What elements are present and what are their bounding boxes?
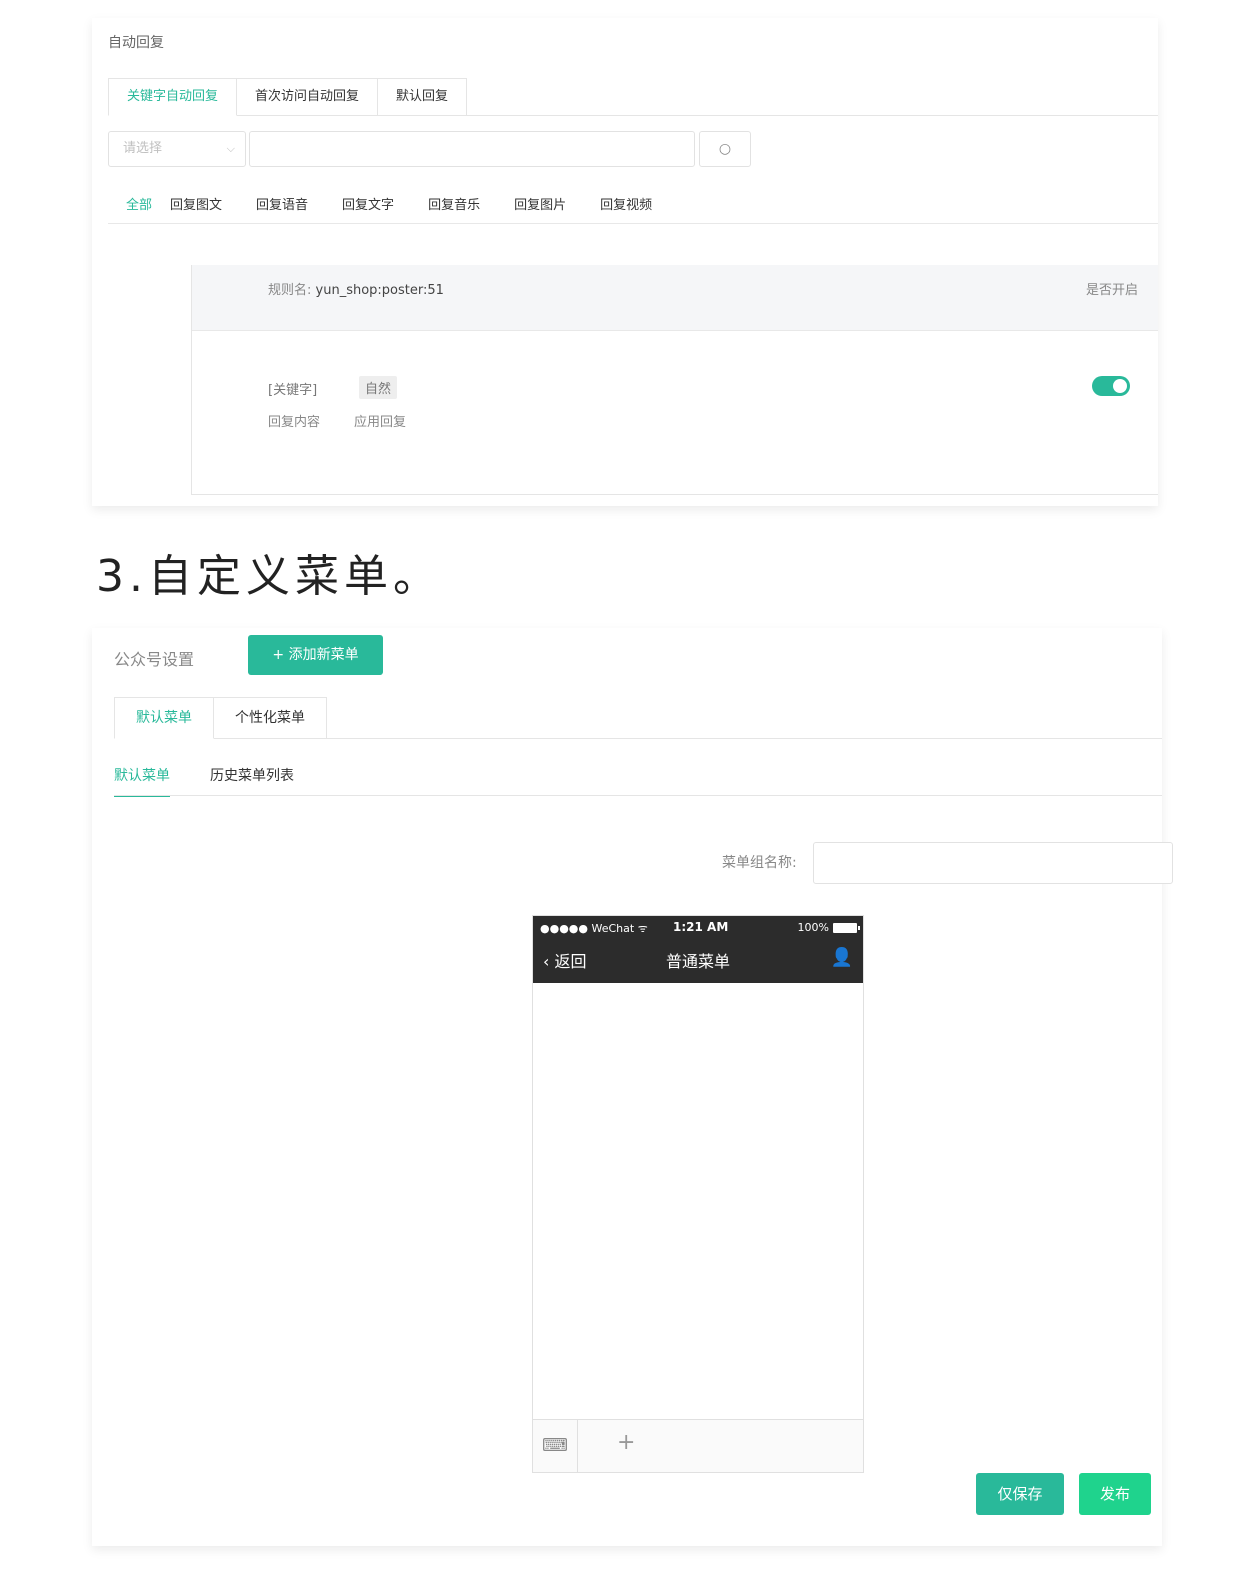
tab-keyword-reply[interactable]: 关键字自动回复 [108,78,238,116]
keyboard-icon[interactable]: ⌨ [533,1420,578,1472]
subtabs-divider [114,795,1162,796]
chevron-down-icon: ⌵ [226,142,235,155]
menu-tabs: 默认菜单 个性化菜单 [114,697,327,739]
keyword-label: [关键字] [268,383,318,398]
rule-name: 规则名: yun_shop:poster:51 [268,279,444,298]
reply-filters: 全部 回复图文 回复语音 回复文字 回复音乐 回复图片 回复视频 [126,194,686,213]
subtab-history-menus[interactable]: 历史菜单列表 [210,765,294,797]
status-time: 1:21 AM [673,920,729,934]
rule-enabled-label: 是否开启 [1085,283,1138,298]
search-button[interactable]: ○ [699,131,751,167]
custom-menu-panel: 公众号设置 + 添加新菜单 默认菜单 个性化菜单 默认菜单 历史菜单列表 菜单组… [92,628,1173,1546]
reply-content-label: 回复内容 [268,415,321,430]
publish-button[interactable]: 发布 [1079,1473,1151,1515]
add-menu-item-icon[interactable]: + [617,1430,635,1455]
auto-reply-title: 自动回复 [108,35,164,51]
keyword-tag: 自然 [359,376,398,399]
panel-title: 公众号设置 [114,650,195,669]
filter-music[interactable]: 回复音乐 [428,194,480,213]
rule-name-label: 规则名: [268,283,312,298]
filter-voice[interactable]: 回复语音 [256,194,308,213]
filter-image[interactable]: 回复图片 [514,194,566,213]
status-carrier: ●●●●● WeChat ᯤ [540,922,648,935]
reply-content-value: 应用回复 [354,415,407,430]
phone-preview: ●●●●● WeChat ᯤ 1:21 AM 100% ‹ 返回 普通菜单 👤 … [532,915,864,1473]
filter-video[interactable]: 回复视频 [600,194,652,213]
rule-card: 规则名: yun_shop:poster:51 是否开启 [关键字] 自然 回复… [191,265,1158,495]
user-icon[interactable]: 👤 [831,947,853,968]
filters-divider [108,223,1158,224]
filter-news[interactable]: 回复图文 [170,194,222,213]
tab-first-visit-reply[interactable]: 首次访问自动回复 [237,78,379,116]
add-menu-button[interactable]: + 添加新菜单 [248,635,383,675]
phone-menu-bar: ⌨ + [533,1419,863,1472]
phone-nav-title: 普通菜单 [665,952,730,971]
status-battery-text: 100% [797,921,829,934]
rule-header: 规则名: yun_shop:poster:51 是否开启 [192,265,1158,331]
phone-header: ●●●●● WeChat ᯤ 1:21 AM 100% ‹ 返回 普通菜单 👤 [533,916,863,983]
section-heading: 3.自定义菜单。 [96,551,442,602]
search-icon: ○ [718,141,732,157]
rule-enabled-toggle[interactable] [1092,376,1130,396]
menu-group-name-label: 菜单组名称: [722,855,797,871]
filter-text[interactable]: 回复文字 [342,194,394,213]
battery-icon [833,923,860,933]
select-placeholder: 请选择 [123,141,163,156]
rule-name-value: yun_shop:poster:51 [315,283,444,298]
keyword-search-input[interactable] [249,131,695,167]
reply-type-select[interactable]: 请选择 ⌵ [108,131,246,167]
menu-group-name-input[interactable] [813,842,1173,884]
save-only-button[interactable]: 仅保存 [976,1473,1064,1515]
tab-personalized-menu[interactable]: 个性化菜单 [214,697,327,739]
menu-subtabs: 默认菜单 历史菜单列表 [114,765,334,797]
filter-all[interactable]: 全部 [126,194,152,213]
auto-reply-panel: 自动回复 关键字自动回复 首次访问自动回复 默认回复 请选择 ⌵ ○ 全部 回复… [92,18,1158,506]
subtab-default-menu[interactable]: 默认菜单 [114,765,170,797]
auto-reply-tabs: 关键字自动回复 首次访问自动回复 默认回复 [108,78,468,116]
tab-default-reply[interactable]: 默认回复 [378,78,468,116]
tab-default-menu[interactable]: 默认菜单 [114,697,214,739]
